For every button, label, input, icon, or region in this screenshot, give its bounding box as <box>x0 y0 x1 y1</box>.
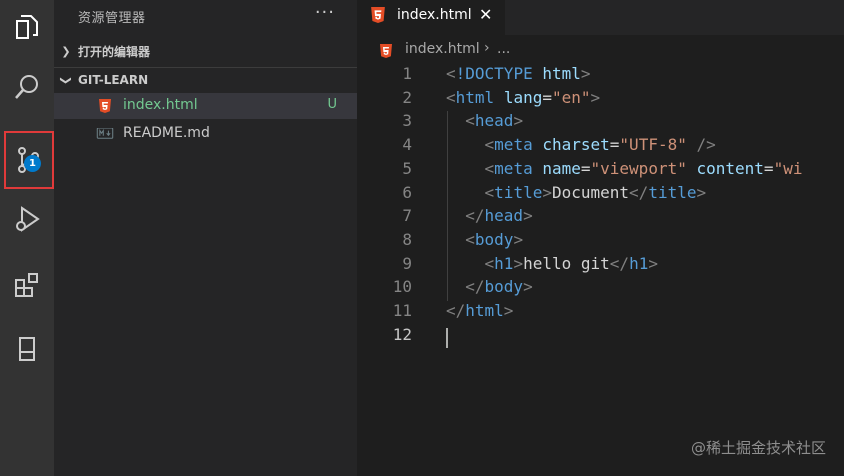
breadcrumb-separator: › <box>484 40 490 56</box>
code-line[interactable]: 9 <h1>hello git</h1> <box>357 254 844 278</box>
line-number: 9 <box>402 253 412 273</box>
code-editor[interactable]: 1 <!DOCTYPE html> 2 <html lang="en"> 3 <head… <box>357 64 844 476</box>
line-number: 8 <box>402 229 412 249</box>
breadcrumb: index.html › ... <box>357 38 844 62</box>
line-number: 11 <box>392 301 412 320</box>
explorer-sidebar: 资源管理器 ··· ❯ 打开的编辑器 ❯ GIT-LEARN index.htm… <box>54 0 357 476</box>
tab-bar: index.html ✕ <box>357 0 844 35</box>
close-icon[interactable]: ✕ <box>479 5 492 24</box>
code-line[interactable]: 12 <box>357 325 844 349</box>
code-text: </head> <box>465 206 533 226</box>
text-cursor <box>446 328 448 348</box>
code-line[interactable]: 10 </body> <box>357 277 844 301</box>
line-number: 5 <box>402 158 412 178</box>
code-line[interactable]: 6 <title>Document</title> <box>357 183 844 207</box>
code-text: <body> <box>465 229 524 249</box>
explorer-icon[interactable] <box>0 0 54 54</box>
line-number: 12 <box>392 324 412 344</box>
open-editors-section[interactable]: ❯ 打开的编辑器 <box>54 39 357 63</box>
code-text: <head> <box>465 111 524 131</box>
markdown-icon <box>96 128 114 139</box>
breadcrumb-file[interactable]: index.html <box>405 41 480 57</box>
watermark: @稀土掘金技术社区 <box>690 439 826 457</box>
git-status-badge: U <box>327 97 337 112</box>
code-text: <meta name="viewport" content="wi <box>484 158 803 178</box>
code-line[interactable]: 5 <meta name="viewport" content="wi <box>357 159 844 183</box>
html5-icon <box>371 7 385 23</box>
line-number: 7 <box>402 206 412 226</box>
line-number: 6 <box>402 182 412 202</box>
line-number: 10 <box>392 277 412 297</box>
explorer-title: 资源管理器 <box>78 11 146 26</box>
open-editors-label: 打开的编辑器 <box>78 44 151 59</box>
code-line[interactable]: 11 </html> <box>357 301 844 325</box>
line-number: 2 <box>402 87 412 107</box>
folder-label: GIT-LEARN <box>78 73 149 87</box>
code-line[interactable]: 3 <head> <box>357 111 844 135</box>
code-text: <meta charset="UTF-8" /> <box>484 135 716 155</box>
code-line[interactable]: 7 </head> <box>357 206 844 230</box>
tab-label: index.html <box>397 7 472 23</box>
file-item-readme-md[interactable]: README.md <box>54 121 357 147</box>
html5-icon <box>380 44 392 58</box>
scm-badge: 1 <box>24 155 41 172</box>
file-item-index-html[interactable]: index.html U <box>54 93 357 119</box>
code-line[interactable]: 8 <body> <box>357 230 844 254</box>
line-number: 3 <box>402 111 412 131</box>
tab-index-html[interactable]: index.html ✕ <box>357 0 505 35</box>
run-debug-icon[interactable] <box>0 192 54 246</box>
code-text: <!DOCTYPE html> <box>446 64 591 83</box>
html5-icon <box>99 99 111 113</box>
search-icon[interactable] <box>0 60 54 114</box>
extensions-icon[interactable] <box>0 258 54 312</box>
code-text: </html> <box>446 301 514 320</box>
code-text: </body> <box>465 277 533 297</box>
file-name: index.html <box>123 97 198 113</box>
line-number: 4 <box>402 135 412 155</box>
line-number: 1 <box>402 64 412 83</box>
code-text: <html lang="en"> <box>446 87 601 107</box>
activity-bar: 1 <box>0 0 54 476</box>
chevron-right-icon: ❯ <box>61 44 71 58</box>
remote-explorer-icon[interactable] <box>0 322 54 376</box>
code-text: <h1>hello git</h1> <box>484 253 658 273</box>
chevron-down-icon: ❯ <box>59 75 73 85</box>
code-line[interactable]: 1 <!DOCTYPE html> <box>357 64 844 88</box>
breadcrumb-more[interactable]: ... <box>497 41 510 57</box>
more-actions-icon[interactable]: ··· <box>315 2 335 23</box>
file-name: README.md <box>123 125 210 141</box>
code-text: <title>Document</title> <box>484 182 707 202</box>
code-line[interactable]: 4 <meta charset="UTF-8" /> <box>357 135 844 159</box>
folder-section[interactable]: ❯ GIT-LEARN <box>54 67 357 92</box>
code-line[interactable]: 2 <html lang="en"> <box>357 88 844 112</box>
